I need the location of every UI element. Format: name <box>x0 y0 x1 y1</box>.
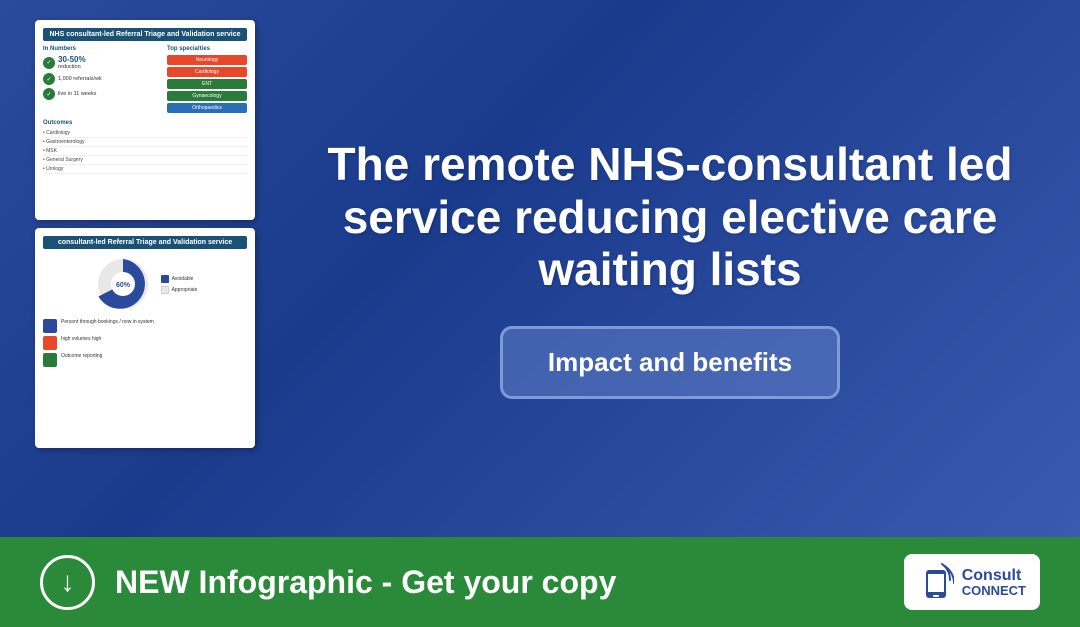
specialty-ent: ENT <box>167 79 247 89</box>
card1-outcomes-list: Cardiology Gastroenterology MSK General … <box>43 129 247 174</box>
infographic-panel: NHS consultant-led Referral Triage and V… <box>0 0 280 537</box>
logo-area: Consult CONNECT <box>904 554 1040 610</box>
pie-chart-area: 60% Avoidable Appropriate <box>43 254 247 314</box>
logo-text-sub: CONNECT <box>962 584 1026 597</box>
card2-content: Percent through bookings / now in system… <box>43 319 247 367</box>
main-section: NHS consultant-led Referral Triage and V… <box>0 0 1080 537</box>
infographic-card-1: NHS consultant-led Referral Triage and V… <box>35 20 255 220</box>
card2-header: consultant-led Referral Triage and Valid… <box>43 236 247 249</box>
stat-number-1: 30-50% <box>58 55 86 64</box>
stat-text-3: live in 11 weeks <box>58 91 96 97</box>
download-icon: ↓ <box>61 566 75 598</box>
logo-text-group: Consult CONNECT <box>962 568 1026 597</box>
card2-icon-1 <box>43 319 57 333</box>
bottom-bar: ↓ NEW Infographic - Get your copy Consul… <box>0 537 1080 627</box>
card2-row-2: high volumes high <box>43 336 247 350</box>
card1-stat-3: ✓ live in 11 weeks <box>43 88 163 100</box>
bottom-cta-text: NEW Infographic - Get your copy <box>115 564 616 601</box>
page-headline: The remote NHS-consultant led service re… <box>310 138 1030 297</box>
specialty-ortho: Orthopaedics <box>167 103 247 113</box>
card2-row-1: Percent through bookings / now in system <box>43 319 247 333</box>
card1-stat-1: ✓ 30-50% reduction <box>43 55 163 70</box>
card1-header: NHS consultant-led Referral Triage and V… <box>43 28 247 41</box>
page-wrapper: NHS consultant-led Referral Triage and V… <box>0 0 1080 627</box>
logo-text-main: Consult <box>962 568 1026 584</box>
card1-stat-2: ✓ 1,000 referrals/wk <box>43 73 163 85</box>
stat-icon-2: ✓ <box>43 73 55 85</box>
card2-text-1: Percent through bookings / now in system <box>61 319 154 326</box>
pie-chart: 60% <box>93 254 153 314</box>
card2-title: consultant-led Referral Triage and Valid… <box>58 239 232 246</box>
card1-outcomes-label: Outcomes <box>43 120 247 126</box>
card1-numbers-label: In Numbers <box>43 46 163 52</box>
specialty-neurology: Neurology <box>167 55 247 65</box>
card2-row-3: Outcome reporting <box>43 353 247 367</box>
card2-icon-2 <box>43 336 57 350</box>
card1-title: NHS consultant-led Referral Triage and V… <box>49 31 240 38</box>
card2-text-3: Outcome reporting <box>61 353 102 360</box>
outcome-item-2: Gastroenterology <box>43 138 247 147</box>
outcome-item-1: Cardiology <box>43 129 247 138</box>
card1-outcomes: Outcomes Cardiology Gastroenterology MSK… <box>43 120 247 174</box>
outcome-item-4: General Surgery <box>43 156 247 165</box>
logo-phone-icon <box>918 562 954 602</box>
card1-specialties-label: Top specialties <box>167 46 247 52</box>
card2-icon-3 <box>43 353 57 367</box>
stat-text-2: 1,000 referrals/wk <box>58 76 102 82</box>
svg-text:60%: 60% <box>116 282 131 289</box>
bottom-left-group: ↓ NEW Infographic - Get your copy <box>40 555 616 610</box>
outcome-item-5: Urology <box>43 165 247 174</box>
specialty-cardiology: Cardiology <box>167 67 247 77</box>
stat-icon-1: ✓ <box>43 57 55 69</box>
stat-text-1: reduction <box>58 64 86 70</box>
specialty-gynecology: Gynaecology <box>167 91 247 101</box>
stat-icon-3: ✓ <box>43 88 55 100</box>
cta-impact-button[interactable]: Impact and benefits <box>500 326 840 399</box>
card2-text-2: high volumes high <box>61 336 101 343</box>
outcome-item-3: MSK <box>43 147 247 156</box>
infographic-card-2: consultant-led Referral Triage and Valid… <box>35 228 255 448</box>
content-area: The remote NHS-consultant led service re… <box>280 0 1080 537</box>
download-icon-circle: ↓ <box>40 555 95 610</box>
